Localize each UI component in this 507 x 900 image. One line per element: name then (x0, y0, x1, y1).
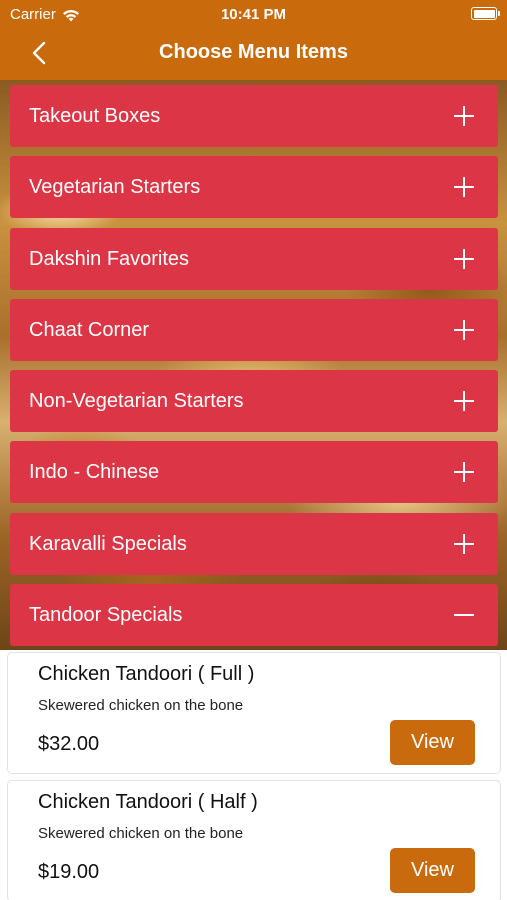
expand-plus-icon[interactable] (454, 319, 474, 340)
item-price: $32.00 (38, 733, 100, 755)
expand-plus-icon[interactable] (454, 462, 474, 483)
item-name: Chicken Tandoori ( Full ) (38, 663, 255, 685)
menu-item-card: Chicken Tandoori ( Half ) Skewered chick… (7, 780, 501, 900)
item-description: Skewered chicken on the bone (38, 825, 244, 842)
category-label: Indo - Chinese (29, 461, 160, 484)
status-bar: Carrier 10:41 PM (0, 0, 507, 28)
category-label: Tandoor Specials (29, 604, 183, 627)
item-name: Chicken Tandoori ( Half ) (38, 791, 258, 813)
category-takeout-boxes[interactable]: Takeout Boxes (10, 85, 498, 147)
category-label: Takeout Boxes (29, 105, 161, 127)
category-accordion: Takeout Boxes Vegetarian Starters Dakshi… (10, 85, 498, 655)
category-label: Non-Vegetarian Starters (29, 390, 244, 413)
menu-items-list: Chicken Tandoori ( Full ) Skewered chick… (0, 650, 507, 900)
category-label: Karavalli Specials (29, 532, 187, 555)
category-dakshin-favorites[interactable]: Dakshin Favorites (10, 227, 498, 290)
category-chaat-corner[interactable]: Chaat Corner (10, 298, 498, 361)
expand-plus-icon[interactable] (454, 391, 474, 412)
expand-plus-icon[interactable] (454, 106, 474, 126)
category-non-vegetarian-starters[interactable]: Non-Vegetarian Starters (10, 370, 498, 433)
battery-icon (471, 7, 500, 20)
item-price: $19.00 (38, 861, 100, 883)
category-tandoor-specials[interactable]: Tandoor Specials (10, 584, 498, 647)
collapse-minus-icon[interactable] (454, 605, 474, 625)
expand-plus-icon[interactable] (454, 533, 474, 554)
menu-item-card: Chicken Tandoori ( Full ) Skewered chick… (7, 652, 501, 774)
category-indo-chinese[interactable]: Indo - Chinese (10, 441, 498, 504)
top-bar: Carrier 10:41 PM Choose Menu Items (0, 0, 507, 80)
status-time: 10:41 PM (220, 6, 287, 23)
navigation-bar: Choose Menu Items (0, 28, 507, 80)
item-description: Skewered chicken on the bone (38, 697, 244, 714)
view-button[interactable]: View (390, 848, 475, 893)
category-label: Dakshin Favorites (29, 247, 190, 270)
category-label: Chaat Corner (29, 318, 150, 341)
category-vegetarian-starters[interactable]: Vegetarian Starters (10, 156, 498, 219)
expand-plus-icon[interactable] (454, 177, 474, 198)
category-karavalli-specials[interactable]: Karavalli Specials (10, 512, 498, 575)
expand-plus-icon[interactable] (454, 248, 474, 269)
category-label: Vegetarian Starters (29, 176, 201, 199)
view-button[interactable]: View (390, 720, 475, 765)
page-title: Choose Menu Items (159, 41, 348, 63)
